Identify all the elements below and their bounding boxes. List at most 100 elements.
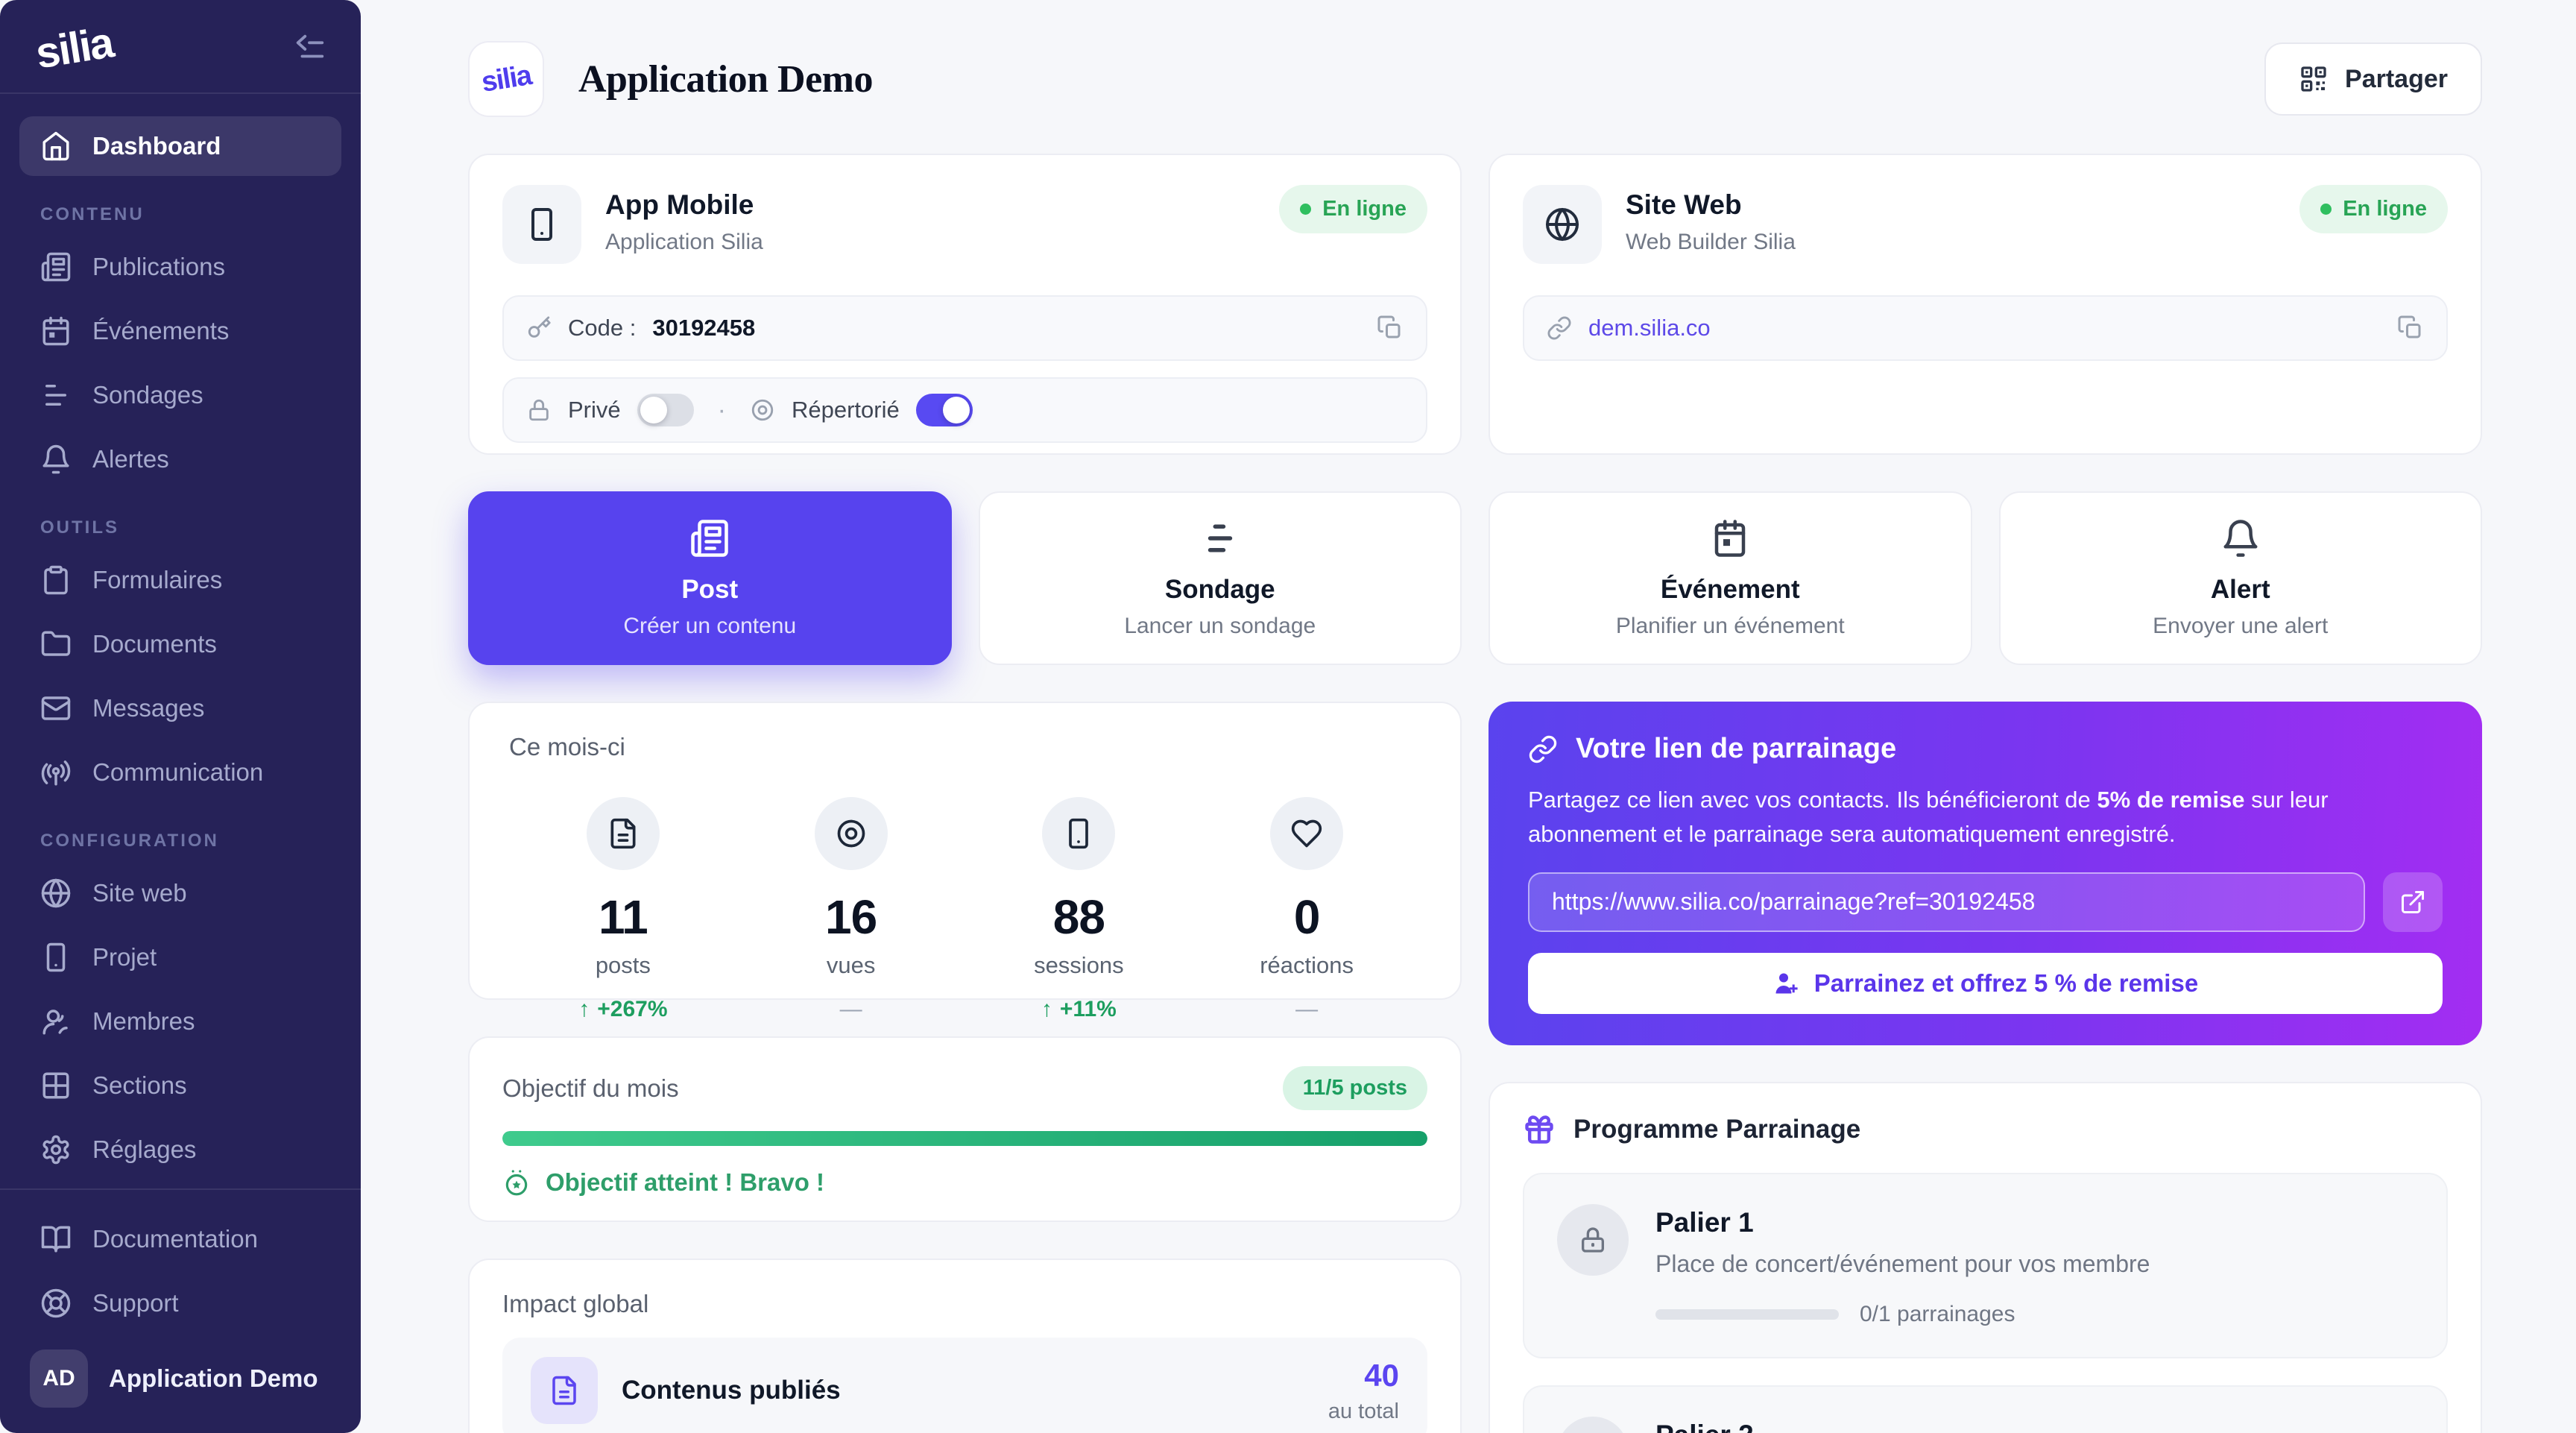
heart-icon [1270,797,1343,870]
sidebar-section-outils: OUTILS [40,517,321,538]
sidebar-item-dashboard[interactable]: Dashboard [19,116,341,176]
sidebar-item-label: Dashboard [92,132,221,160]
sidebar-header: silia [0,0,361,92]
action-title: Sondage [1165,575,1275,605]
sidebar-item-sections[interactable]: Sections [19,1056,341,1115]
copy-icon [1377,315,1404,341]
site-url-link[interactable]: dem.silia.co [1588,315,1711,341]
action-alert-button[interactable]: Alert Envoyer une alert [1999,491,2483,665]
gear-icon [40,1134,72,1165]
month-stats-card: Ce mois-ci 11 posts ↑ +267% [468,702,1462,1000]
sidebar-item-label: Membres [92,1007,195,1036]
home-icon [40,130,72,162]
stat-value: 16 [825,889,877,945]
referral-program-title: Programme Parrainage [1573,1115,1860,1144]
neutral-dash-icon: — [840,997,862,1022]
smartphone-icon [1042,797,1115,870]
stat-delta: — [1295,997,1318,1022]
avatar: AD [30,1349,88,1408]
listed-toggle[interactable] [916,394,973,426]
sidebar-item-sondages[interactable]: Sondages [19,365,341,425]
copy-url-button[interactable] [2397,315,2424,341]
action-subtitle: Créer un contenu [623,614,796,639]
file-text-icon [587,797,660,870]
top-cards-row: App Mobile Application Silia En ligne Co… [468,154,2482,455]
sidebar-item-support[interactable]: Support [19,1273,341,1333]
copy-code-button[interactable] [1377,315,1404,341]
app-visibility-box: Privé · Répertorié [502,377,1427,443]
sidebar-item-alertes[interactable]: Alertes [19,429,341,489]
sidebar-item-communication[interactable]: Communication [19,743,341,802]
private-toggle[interactable] [637,394,694,426]
user-plus-icon [1772,970,1799,997]
copy-icon [2397,315,2424,341]
impact-title: Impact global [502,1290,1427,1318]
poll-lines-icon [40,379,72,411]
sidebar-item-label: Support [92,1289,179,1317]
tier-title: Palier 2 [1655,1417,2150,1433]
folder-icon [40,629,72,660]
sidebar-item-reglages[interactable]: Réglages [19,1120,341,1180]
stat-value: 11 [599,889,648,945]
globe-tile-icon [1523,185,1602,264]
silia-logo: silia [32,17,116,78]
share-button[interactable]: Partager [2264,42,2482,116]
sidebar-item-label: Sondages [92,381,203,409]
open-referral-link-button[interactable] [2383,872,2443,932]
sidebar-nav: Dashboard CONTENU Publications Événement… [0,94,361,1188]
status-label: En ligne [2343,197,2427,221]
referral-card: Votre lien de parrainage Partagez ce lie… [1489,702,2482,1045]
smartphone-tile-icon [502,185,581,264]
dot-separator-icon: · [718,396,726,425]
action-title: Événement [1661,575,1800,605]
goal-title: Objectif du mois [502,1074,679,1103]
sidebar-item-label: Publications [92,253,225,281]
code-label: Code : [568,315,636,341]
sidebar-collapse-button[interactable] [292,31,326,65]
card-subtitle: Application Silia [605,230,763,255]
circle-dot-icon [750,397,775,423]
stat-value: 88 [1053,889,1105,945]
life-buoy-icon [40,1288,72,1319]
stat-sessions: 88 sessions ↑ +11% [965,797,1193,1022]
app-code-box: Code : 30192458 [502,295,1427,361]
referral-link-input[interactable] [1528,872,2365,932]
action-sondage-button[interactable]: Sondage Lancer un sondage [979,491,1462,665]
sidebar-item-label: Alertes [92,445,169,473]
code-value: 30192458 [652,315,755,341]
referral-cta-button[interactable]: Parrainez et offrez 5 % de remise [1528,953,2443,1014]
bottom-columns: Ce mois-ci 11 posts ↑ +267% [468,702,2482,1433]
action-title: Post [681,575,738,605]
sidebar-item-site-web[interactable]: Site web [19,863,341,923]
impact-card: Impact global Contenus publiés 40 au tot… [468,1259,1462,1433]
action-title: Alert [2211,575,2270,605]
stat-reactions: 0 réactions — [1193,797,1421,1022]
stat-label: réactions [1260,952,1354,979]
goal-badge: 11/5 posts [1283,1066,1427,1110]
sidebar-item-documentation[interactable]: Documentation [19,1209,341,1269]
sidebar-item-label: Projet [92,943,157,971]
sidebar-item-formulaires[interactable]: Formulaires [19,550,341,610]
calendar-icon [40,315,72,347]
sidebar-section-contenu: CONTENU [40,204,321,225]
sidebar-footer: Documentation Support AD Application Dem… [0,1188,361,1433]
sidebar-item-documents[interactable]: Documents [19,614,341,674]
calendar-icon [1710,518,1750,558]
action-evenement-button[interactable]: Événement Planifier un événement [1489,491,1972,665]
clipboard-icon [40,564,72,596]
sidebar-item-membres[interactable]: Membres [19,992,341,1051]
sidebar-item-publications[interactable]: Publications [19,237,341,297]
sidebar-item-projet[interactable]: Projet [19,927,341,987]
goal-message: Objectif atteint ! Bravo ! [502,1168,1427,1197]
app-mobile-card: App Mobile Application Silia En ligne Co… [468,154,1462,455]
action-post-button[interactable]: Post Créer un contenu [468,491,952,665]
sidebar-item-evenements[interactable]: Événements [19,301,341,361]
card-title: Site Web [1626,189,1796,221]
gift-icon [1523,1113,1556,1146]
mail-icon [40,693,72,724]
app-logo-badge: silia [468,41,544,117]
site-url-box: dem.silia.co [1523,295,2448,361]
account-switcher[interactable]: AD Application Demo [19,1338,341,1412]
sidebar-item-messages[interactable]: Messages [19,678,341,738]
account-name: Application Demo [109,1364,318,1393]
